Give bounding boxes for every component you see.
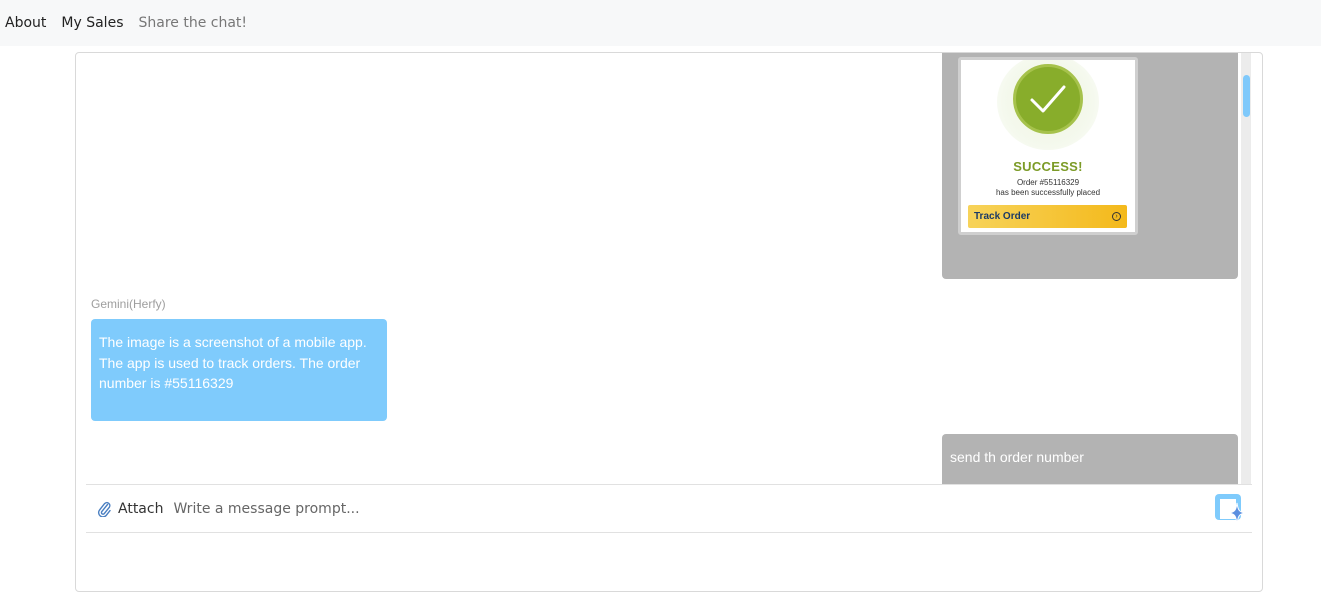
checkmark-icon [1013, 64, 1083, 134]
track-order-button: Track Order › [968, 205, 1127, 228]
nav-about-link[interactable]: About [5, 15, 46, 31]
chat-panel: SUCCESS! Order #55116329 has been succes… [75, 52, 1263, 592]
success-title: SUCCESS! [1013, 159, 1083, 174]
user-text-message: send th order number [942, 434, 1238, 484]
arrow-right-icon: › [1112, 212, 1121, 221]
nav-share-link[interactable]: Share the chat! [138, 15, 247, 31]
bot-sender-name: Gemini(Herfy) [91, 297, 166, 311]
attach-button[interactable]: Attach [118, 501, 163, 517]
message-scrollbar[interactable] [1241, 53, 1251, 484]
scrollbar-thumb[interactable] [1243, 75, 1250, 117]
attached-image[interactable]: SUCCESS! Order #55116329 has been succes… [958, 57, 1138, 235]
message-list: SUCCESS! Order #55116329 has been succes… [76, 53, 1262, 484]
order-placed-text: has been successfully placed [995, 188, 1101, 197]
message-composer: Attach [86, 484, 1252, 533]
top-nav: About My Sales Share the chat! [0, 0, 1321, 46]
user-image-message: SUCCESS! Order #55116329 has been succes… [942, 53, 1238, 279]
nav-my-sales-link[interactable]: My Sales [61, 15, 123, 31]
message-input[interactable] [173, 495, 1204, 522]
paperclip-icon[interactable] [96, 500, 112, 518]
track-order-label: Track Order [974, 211, 1031, 222]
bot-message: The image is a screenshot of a mobile ap… [91, 319, 387, 421]
order-number-text: Order #55116329 [1016, 178, 1080, 187]
gemini-sparkle-send-icon[interactable] [1214, 493, 1246, 525]
